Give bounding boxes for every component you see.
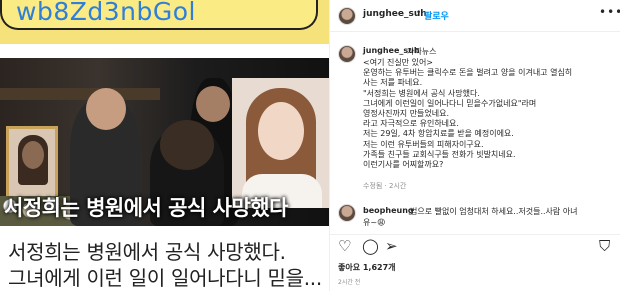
overlay-caption: 서정희는 병원에서 공식 사망했다 [4,196,288,220]
caption-tag: 가짜뉴스 [407,47,437,56]
caption-line: "서정희는 병원에서 공식 사망했다. [363,88,480,98]
avatar[interactable] [338,45,356,63]
image-caption-line2: 그녀에게 이런 일이 일어나다니 믿을... [8,266,322,290]
more-options-icon[interactable]: ••• [599,5,620,19]
comment-text: 법으로 빨없이 엄청대처 하세요..저것들..사람 아녀 [410,207,578,216]
caption-line: 사는 저를 파네요. [363,78,423,88]
caption-line: 라고 자극적으로 유인하네요. [363,119,459,129]
caption-line: 저는 29일, 4차 항암치료를 받을 예정이에요. [363,129,514,139]
image-caption-line1: 서정희는 병원에서 공식 사망했다. [8,240,286,264]
caption-line: <여기 진실만 있어> [363,58,434,67]
caption-line: 그녀에게 이런일이 일어나다니 믿을수가없네요"라며 [363,98,537,108]
caption-body: <여기 진실만 있어> 운영하는 유투버는 클릭수로 돈을 벌려고 양을 이겨내… [363,58,613,170]
avatar[interactable] [338,204,356,222]
timestamp: 2시간 전 [338,279,361,286]
heart-icon[interactable]: ♡ [338,239,351,254]
post-header: junghee_suh • 팔로우 ••• [330,0,620,32]
likes-count[interactable]: 좋아요 1,627개 [338,262,396,273]
code-banner: wb8Zd3nbGol [0,0,329,44]
share-icon[interactable]: ➢ [385,239,398,254]
comment-text-continued: 유~😩 [363,218,386,227]
code-pill: wb8Zd3nbGol [0,0,318,30]
post-panel: junghee_suh • 팔로우 ••• junghee_suh 가짜뉴스 <… [329,0,620,291]
caption-line: 운영하는 유투버는 클릭수로 돈을 벌려고 양을 이겨내고 열심히 [363,68,573,78]
caption-meta: 수정됨 · 2시간 [363,182,407,190]
comment-username[interactable]: beopheung [363,206,414,215]
separator-dot: • [416,8,422,18]
memorial-portrait [6,126,58,200]
caption-line: 영정사진까지 만들었네요. [363,109,450,119]
caption-line: 저는 이런 유투버들의 피해자이구요. [363,139,484,149]
comment-icon[interactable]: ◯ [362,239,379,254]
post-image[interactable]: wb8Zd3nbGol 서정희는 병원에서 공식 사망했다 서정희는 병원에서 … [0,0,329,291]
action-bar: ♡ ◯ ➢ ⛉ [330,234,620,258]
follow-button[interactable]: 팔로우 [424,9,449,22]
avatar[interactable] [338,7,356,25]
code-text: wb8Zd3nbGol [16,0,196,26]
bookmark-icon[interactable]: ⛉ [599,239,610,254]
inset-portrait [232,78,329,208]
caption-line: 가족들 친구들 교회식구들 전화가 빗발치네요. [363,149,516,159]
caption-line: 이런기사를 어찌할까요? [363,160,444,170]
